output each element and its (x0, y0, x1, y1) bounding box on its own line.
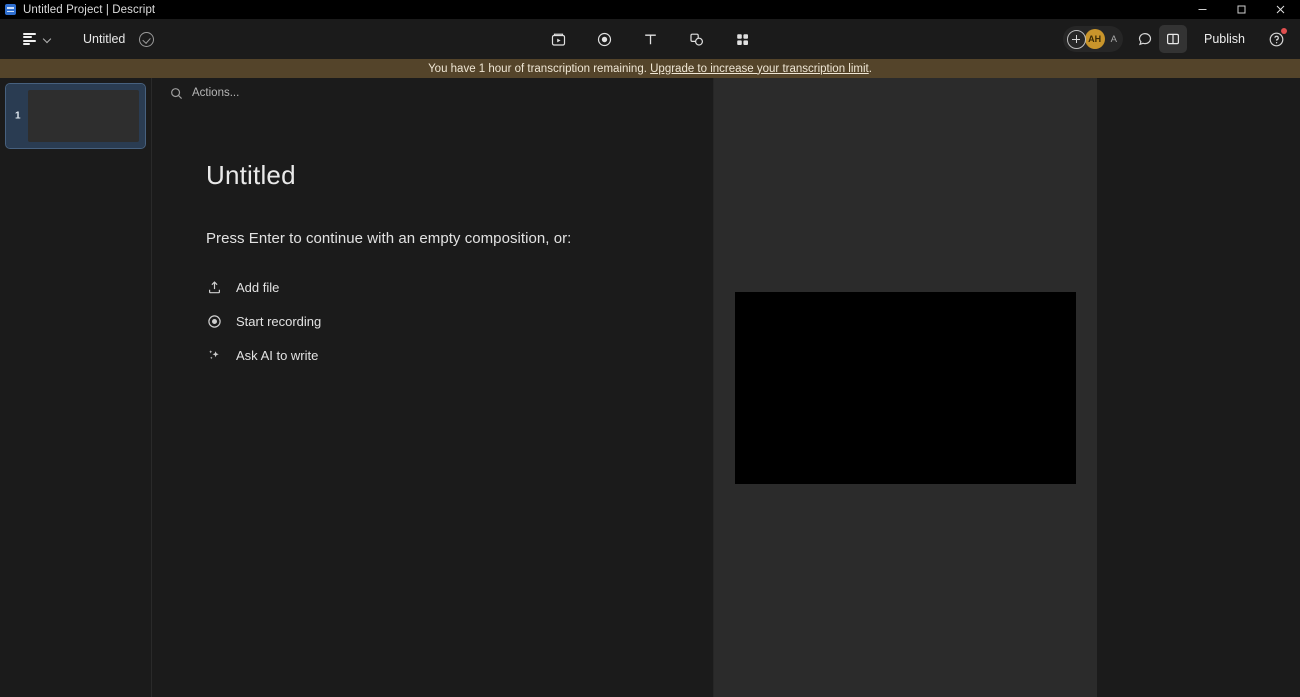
page-title[interactable]: Untitled (206, 160, 712, 191)
project-name[interactable]: Untitled (83, 32, 125, 46)
document-area: Untitled Press Enter to continue with an… (152, 108, 712, 367)
app-body: 1 Actions... Untitled Press Enter to con… (0, 78, 1300, 697)
empty-composition-hint: Press Enter to continue with an empty co… (206, 230, 572, 247)
right-panel-icon[interactable] (1159, 25, 1187, 53)
chevron-down-icon (43, 35, 52, 44)
window-title: Untitled Project | Descript (23, 3, 156, 16)
scene-thumbnail (28, 90, 139, 142)
publish-button[interactable]: Publish (1191, 27, 1258, 51)
header-right-group: AH A Publish (1062, 25, 1290, 53)
ai-sparkle-icon (206, 347, 223, 364)
scene-list-item[interactable]: 1 (5, 83, 146, 149)
video-canvas[interactable] (735, 291, 1076, 484)
collaborator-extra-count: A (1110, 33, 1117, 45)
close-icon[interactable] (1261, 0, 1300, 19)
search-icon (170, 87, 183, 100)
ask-ai-label: Ask AI to write (236, 347, 319, 363)
start-recording-label: Start recording (236, 313, 322, 329)
app-header: Untitled AH A Publish (0, 19, 1300, 59)
header-left-group: Untitled (0, 28, 155, 51)
help-circle-icon[interactable] (1262, 25, 1290, 53)
banner-trailing-period: . (868, 62, 872, 75)
record-icon[interactable] (590, 25, 618, 53)
layouts-grid-icon[interactable] (728, 25, 756, 53)
window-controls (1183, 0, 1300, 19)
add-file-label: Add file (236, 279, 280, 295)
start-recording-option[interactable]: Start recording (206, 309, 327, 333)
scenes-sidebar: 1 (0, 78, 152, 697)
media-library-icon[interactable] (544, 25, 572, 53)
actions-search-bar[interactable]: Actions... (152, 78, 713, 108)
main-menu-button[interactable] (18, 28, 57, 51)
text-icon[interactable] (636, 25, 664, 53)
os-title-bar: Untitled Project | Descript (0, 0, 1300, 19)
shapes-icon[interactable] (682, 25, 710, 53)
avatar[interactable]: AH (1084, 29, 1105, 49)
banner-upgrade-link[interactable]: Upgrade to increase your transcription l… (650, 63, 869, 75)
video-preview-panel (713, 78, 1097, 697)
descript-logo-icon (5, 4, 16, 15)
comment-bubble-icon[interactable] (1131, 25, 1159, 53)
quick-actions-list: Add file Start recording Ask AI to write (206, 275, 712, 367)
descript-menu-icon (23, 32, 38, 47)
scene-number: 1 (15, 110, 21, 122)
minimize-icon[interactable] (1183, 0, 1222, 19)
plus-circle-icon[interactable] (1066, 29, 1086, 49)
banner-message: You have 1 hour of transcription remaini… (428, 62, 647, 75)
add-file-option[interactable]: Add file (206, 275, 285, 299)
record-circle-icon (206, 313, 223, 330)
collaborators-group[interactable]: AH A (1062, 26, 1123, 52)
actions-label: Actions... (192, 87, 240, 99)
ask-ai-option[interactable]: Ask AI to write (206, 343, 324, 367)
header-toolbar (544, 25, 756, 53)
right-properties-panel (1097, 78, 1300, 697)
upload-icon (206, 279, 223, 296)
help-notification-badge (1281, 28, 1287, 34)
script-editor: Actions... Untitled Press Enter to conti… (152, 78, 713, 697)
check-circle-icon (139, 31, 155, 47)
transcription-limit-banner: You have 1 hour of transcription remaini… (0, 59, 1300, 78)
maximize-icon[interactable] (1222, 0, 1261, 19)
